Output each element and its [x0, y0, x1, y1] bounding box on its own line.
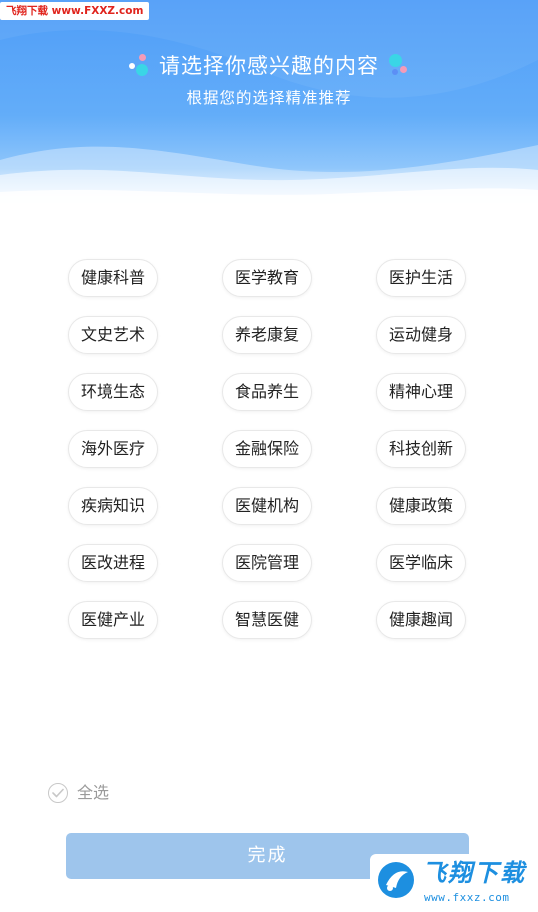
tag-chip[interactable]: 医护生活 — [376, 259, 466, 297]
tag-chip[interactable]: 精神心理 — [376, 373, 466, 411]
tag-chip[interactable]: 运动健身 — [376, 316, 466, 354]
watermark-text: 飞翔下载 www.FXXZ.com — [0, 2, 150, 20]
page-subtitle: 根据您的选择精准推荐 — [186, 89, 352, 107]
tag-chip[interactable]: 海外医疗 — [68, 430, 158, 468]
decorative-dots-icon — [129, 54, 151, 78]
watermark-logo: 飞翔下载 www.fxxz.com — [370, 854, 538, 912]
tag-chip[interactable]: 健康科普 — [68, 259, 158, 297]
select-all-toggle[interactable]: 全选 — [48, 781, 109, 805]
app-screen: 飞翔下载 www.FXXZ.com 请选择你感兴趣的内容 根据您的选择精准推荐 … — [0, 0, 538, 912]
fxxz-logo-icon — [378, 862, 414, 898]
tag-chip[interactable]: 金融保险 — [222, 430, 312, 468]
tag-chip[interactable]: 医学教育 — [222, 259, 312, 297]
check-circle-icon[interactable] — [48, 783, 68, 803]
tag-chip[interactable]: 医健机构 — [222, 487, 312, 525]
title-row: 请选择你感兴趣的内容 — [0, 52, 538, 80]
header-banner: 飞翔下载 www.FXXZ.com 请选择你感兴趣的内容 根据您的选择精准推荐 — [0, 0, 538, 210]
tag-chip[interactable]: 疾病知识 — [68, 487, 158, 525]
tag-chip[interactable]: 食品养生 — [222, 373, 312, 411]
tag-chip[interactable]: 医学临床 — [376, 544, 466, 582]
tag-chip[interactable]: 医健产业 — [68, 601, 158, 639]
tag-chip[interactable]: 养老康复 — [222, 316, 312, 354]
tag-chip[interactable]: 医院管理 — [222, 544, 312, 582]
tag-chip[interactable]: 健康趣闻 — [376, 601, 466, 639]
tag-chip[interactable]: 医改进程 — [68, 544, 158, 582]
tag-chip[interactable]: 文史艺术 — [68, 316, 158, 354]
decorative-dots-icon — [387, 54, 409, 78]
page-title: 请选择你感兴趣的内容 — [159, 54, 379, 78]
tag-chip[interactable]: 科技创新 — [376, 430, 466, 468]
watermark-logo-name: 飞翔下载 — [422, 859, 526, 887]
watermark-logo-url: www.fxxz.com — [424, 891, 510, 904]
tag-chip[interactable]: 智慧医健 — [222, 601, 312, 639]
select-all-label: 全选 — [77, 783, 110, 802]
tag-chip[interactable]: 健康政策 — [376, 487, 466, 525]
tag-chip[interactable]: 环境生态 — [68, 373, 158, 411]
